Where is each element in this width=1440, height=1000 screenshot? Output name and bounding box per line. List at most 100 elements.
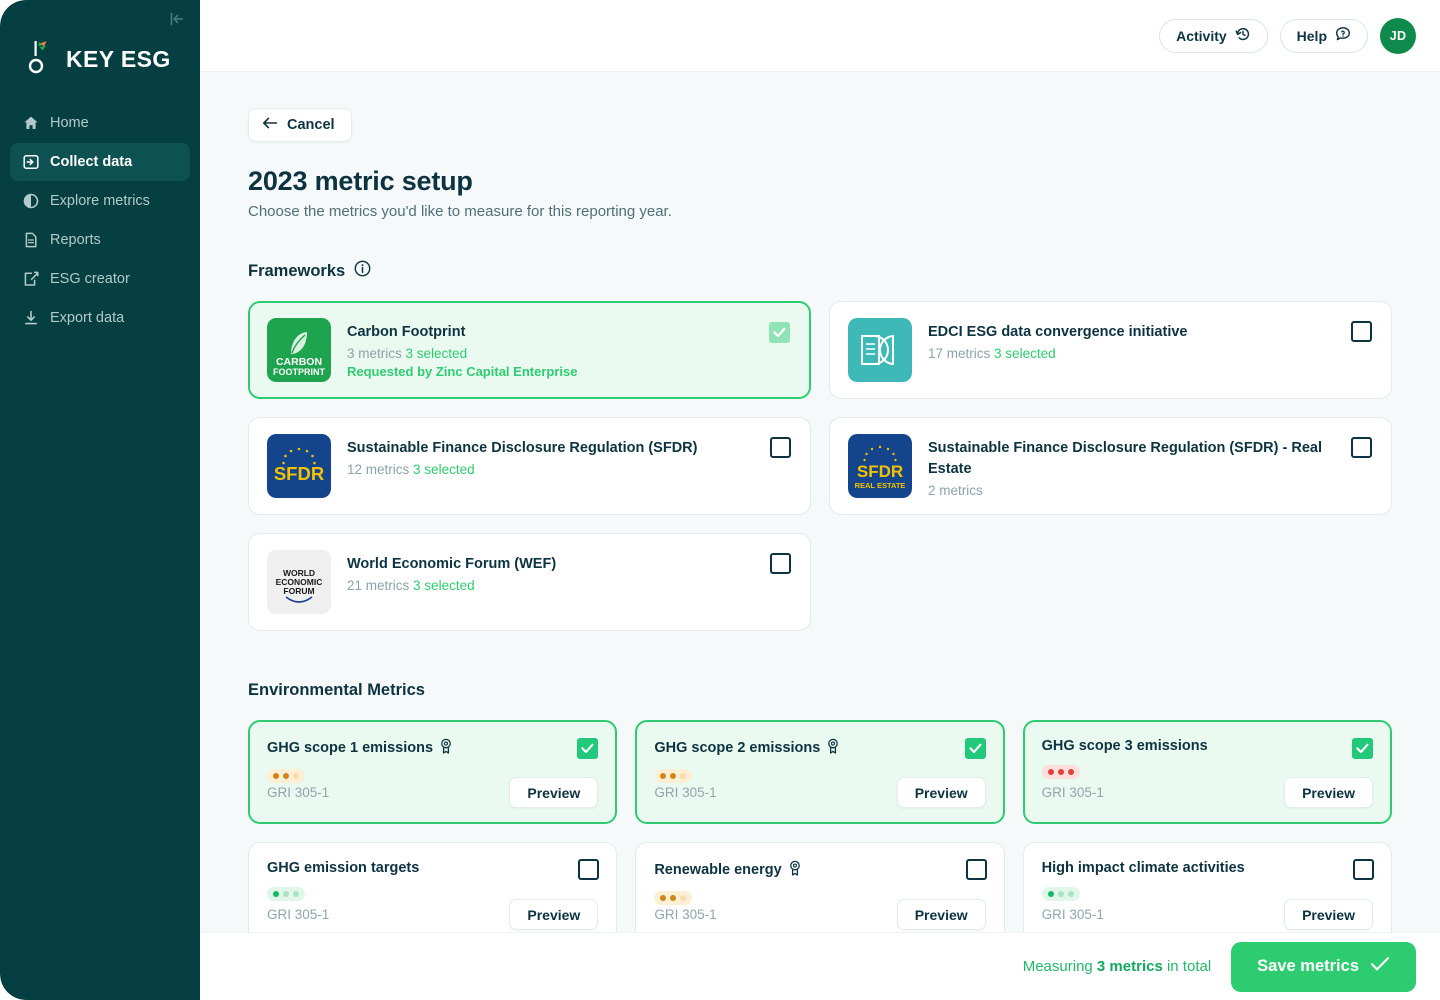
activity-button[interactable]: Activity (1159, 19, 1268, 53)
svg-text:SFDR: SFDR (857, 462, 903, 481)
frameworks-grid: CARBON FOOTPRINT Carbon Footprint 3 metr… (248, 301, 1392, 631)
metric-checkbox[interactable] (966, 859, 987, 880)
framework-meta: 3 metrics 3 selected (347, 346, 792, 361)
metric-card-renewable-energy[interactable]: Renewable energy (635, 842, 1004, 946)
framework-checkbox[interactable] (770, 553, 791, 574)
difficulty-dot (273, 891, 279, 897)
metric-checkbox[interactable] (1353, 859, 1374, 880)
carbon-footprint-logo: CARBON FOOTPRINT (267, 318, 331, 382)
activity-label: Activity (1176, 28, 1227, 44)
preview-button[interactable]: Preview (1284, 777, 1373, 808)
difficulty-dot (1068, 891, 1074, 897)
main-area: Activity Help (200, 0, 1440, 1000)
sidebar-item-esg-creator[interactable]: ESG creator (10, 260, 190, 298)
avatar-initials: JD (1390, 29, 1407, 43)
preview-button[interactable]: Preview (509, 899, 598, 930)
preview-button[interactable]: Preview (897, 777, 986, 808)
metric-checkbox[interactable] (578, 859, 599, 880)
sidebar-item-label: Export data (50, 310, 124, 326)
metric-checkbox[interactable] (965, 738, 986, 759)
difficulty-dot (1048, 891, 1054, 897)
metric-title-row: GHG emission targets (267, 860, 598, 876)
sidebar-item-explore-metrics[interactable]: Explore metrics (10, 182, 190, 220)
framework-card-wef[interactable]: WORLD ECONOMIC FORUM World Economic Foru… (248, 533, 811, 631)
framework-info: Sustainable Finance Disclosure Regulatio… (347, 434, 792, 477)
metric-card-ghg-scope-3[interactable]: GHG scope 3 emissions GRI 305-1 Preview (1023, 720, 1392, 824)
pie-chart-icon (22, 193, 39, 210)
framework-metric-count: 3 metrics (347, 346, 402, 361)
metric-card-high-impact-climate-activities[interactable]: High impact climate activities GRI 305-1… (1023, 842, 1392, 946)
info-circle-icon[interactable] (354, 260, 371, 282)
framework-selected-count: 3 selected (406, 346, 468, 361)
sidebar-item-home[interactable]: Home (10, 104, 190, 142)
content-scroll-area[interactable]: Cancel 2023 metric setup Choose the metr… (200, 72, 1440, 1000)
help-label: Help (1297, 28, 1327, 44)
framework-meta: 2 metrics (928, 483, 1373, 498)
metric-card-ghg-scope-2[interactable]: GHG scope 2 emissions (635, 720, 1004, 824)
framework-checkbox[interactable] (770, 437, 791, 458)
metric-name: GHG scope 2 emissions (654, 740, 820, 756)
sidebar-item-label: Explore metrics (50, 193, 150, 209)
framework-selected-count: 3 selected (994, 346, 1056, 361)
sidebar-item-label: Collect data (50, 154, 132, 170)
preview-button[interactable]: Preview (509, 777, 598, 808)
framework-info: World Economic Forum (WEF) 21 metrics 3 … (347, 550, 792, 593)
save-metrics-button[interactable]: Save metrics (1231, 942, 1416, 992)
sidebar-collapse-button[interactable] (164, 6, 190, 32)
help-button[interactable]: Help (1280, 19, 1368, 53)
top-bar: Activity Help (200, 0, 1440, 72)
metric-code: GRI 305-1 (1042, 907, 1104, 922)
framework-selected-count: 3 selected (413, 462, 475, 477)
framework-name: Sustainable Finance Disclosure Regulatio… (928, 438, 1373, 480)
framework-metric-count: 21 metrics (347, 578, 409, 593)
avatar[interactable]: JD (1380, 18, 1416, 54)
difficulty-dot (1058, 891, 1064, 897)
metric-code: GRI 305-1 (267, 907, 329, 922)
key-esg-mark-icon (28, 40, 58, 78)
difficulty-dot (1058, 769, 1064, 775)
cancel-button[interactable]: Cancel (248, 108, 352, 142)
framework-checkbox[interactable] (1351, 437, 1372, 458)
measuring-summary: Measuring 3 metrics in total (1023, 958, 1211, 975)
sidebar-item-label: Home (50, 115, 89, 131)
framework-checkbox[interactable] (1351, 321, 1372, 342)
sidebar-item-label: ESG creator (50, 271, 130, 287)
framework-requested-by: Requested by Zinc Capital Enterprise (347, 364, 792, 379)
svg-text:SFDR: SFDR (274, 463, 324, 484)
framework-info: Sustainable Finance Disclosure Regulatio… (928, 434, 1373, 498)
metric-title-row: Renewable energy (654, 860, 985, 880)
metric-checkbox[interactable] (577, 738, 598, 759)
metric-code: GRI 305-1 (267, 785, 329, 800)
framework-checkbox[interactable] (769, 322, 790, 343)
metric-footer: GRI 305-1 Preview (654, 899, 985, 930)
environmental-metrics-title: Environmental Metrics (248, 681, 1392, 700)
sidebar-item-export-data[interactable]: Export data (10, 299, 190, 337)
metric-checkbox[interactable] (1352, 738, 1373, 759)
metric-card-ghg-emission-targets[interactable]: GHG emission targets GRI 305-1 Preview (248, 842, 617, 946)
framework-card-sfdr[interactable]: SFDR Sustainable Finance Disclosure Regu… (248, 417, 811, 515)
sfdr-logo: SFDR (267, 434, 331, 498)
preview-button[interactable]: Preview (1284, 899, 1373, 930)
metric-footer: GRI 305-1 Preview (1042, 899, 1373, 930)
framework-card-edci[interactable]: EDCI ESG data convergence initiative 17 … (829, 301, 1392, 399)
framework-name: Sustainable Finance Disclosure Regulatio… (347, 438, 792, 459)
framework-card-carbon-footprint[interactable]: CARBON FOOTPRINT Carbon Footprint 3 metr… (248, 301, 811, 399)
framework-metric-count: 17 metrics (928, 346, 990, 361)
brand-name: KEY ESG (66, 46, 171, 73)
history-clock-icon (1235, 26, 1251, 45)
framework-card-sfdr-real-estate[interactable]: SFDR REAL ESTATE Sustainable Finance Dis… (829, 417, 1392, 515)
page-content: Cancel 2023 metric setup Choose the metr… (200, 72, 1440, 986)
question-chat-icon (1335, 26, 1351, 45)
measuring-prefix: Measuring (1023, 958, 1097, 975)
sidebar-item-reports[interactable]: Reports (10, 221, 190, 259)
wef-logo: WORLD ECONOMIC FORUM (267, 550, 331, 614)
preview-button[interactable]: Preview (897, 899, 986, 930)
metric-card-ghg-scope-1[interactable]: GHG scope 1 emissions (248, 720, 617, 824)
svg-text:REAL ESTATE: REAL ESTATE (855, 481, 906, 490)
page-title: 2023 metric setup (248, 166, 1392, 197)
metric-name: GHG scope 1 emissions (267, 740, 433, 756)
metric-name: Renewable energy (654, 862, 781, 878)
framework-metric-count: 12 metrics (347, 462, 409, 477)
sidebar-item-collect-data[interactable]: Collect data (10, 143, 190, 181)
collapse-left-icon (168, 10, 186, 28)
